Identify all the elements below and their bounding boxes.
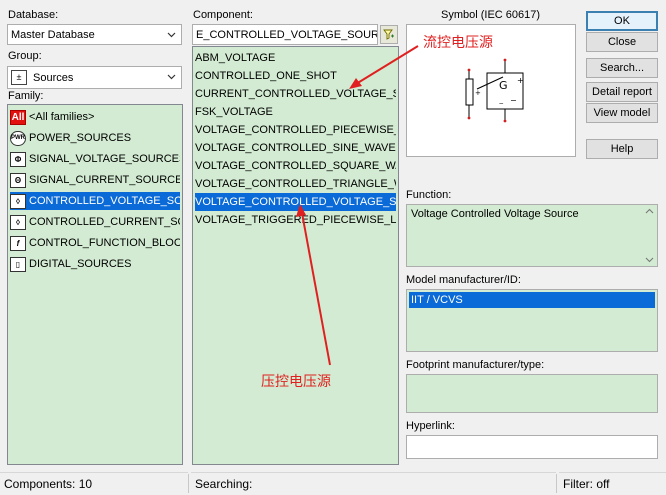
database-label: Database: xyxy=(8,9,59,21)
ok-button[interactable]: OK xyxy=(586,11,658,31)
view-model-button[interactable]: View model xyxy=(586,103,658,123)
family-item-label: POWER_SOURCES xyxy=(29,132,132,144)
component-search-input[interactable]: E_CONTROLLED_VOLTAGE_SOURCE xyxy=(192,24,378,45)
model-label: Model manufacturer/ID: xyxy=(406,274,521,286)
footprint-label: Footprint manufacturer/type: xyxy=(406,359,545,371)
svg-text:+: + xyxy=(517,76,524,85)
group-label: Group: xyxy=(8,50,42,62)
family-item-label: <All families> xyxy=(29,111,95,123)
component-item[interactable]: VOLTAGE_CONTROLLED_SINE_WAVE xyxy=(195,139,396,157)
signal-voltage-icon: Φ xyxy=(10,151,26,167)
chevron-down-icon xyxy=(167,74,176,80)
group-value: Sources xyxy=(33,71,74,84)
status-components: Components: 10 xyxy=(0,472,188,495)
family-item-label: SIGNAL_CURRENT_SOURCES xyxy=(29,174,180,186)
component-item[interactable]: VOLTAGE_TRIGGERED_PIECEWISE_LINEAR_SOURC… xyxy=(195,211,396,229)
component-list[interactable]: ABM_VOLTAGE CONTROLLED_ONE_SHOT CURRENT_… xyxy=(192,46,399,465)
svg-text:−: − xyxy=(510,96,517,105)
controlled-voltage-icon: ◊ xyxy=(10,193,26,209)
family-item-signal-voltage[interactable]: Φ SIGNAL_VOLTAGE_SOURCES xyxy=(10,150,180,168)
family-item-signal-current[interactable]: Θ SIGNAL_CURRENT_SOURCES xyxy=(10,171,180,189)
sources-group-icon: ± xyxy=(11,70,27,85)
component-item[interactable]: CURRENT_CONTROLLED_VOLTAGE_SOURCE xyxy=(195,85,396,103)
status-divider xyxy=(188,474,189,493)
function-scrollbar[interactable] xyxy=(642,205,657,266)
component-item[interactable]: VOLTAGE_CONTROLLED_TRIANGLE_WAVE xyxy=(195,175,396,193)
family-item-power-sources[interactable]: PWR POWER_SOURCES xyxy=(10,129,180,147)
power-sources-icon: PWR xyxy=(10,130,26,146)
hyperlink-label: Hyperlink: xyxy=(406,420,455,432)
controlled-current-icon: ◊ xyxy=(10,214,26,230)
detail-report-button[interactable]: Detail report xyxy=(586,82,658,102)
group-select[interactable]: ± Sources xyxy=(7,66,182,89)
family-item-label: CONTROLLED_CURRENT_SOURCES xyxy=(29,216,180,228)
filter-icon xyxy=(383,29,394,40)
symbol-label: Symbol (IEC 60617) xyxy=(441,9,541,21)
function-textbox[interactable]: Voltage Controlled Voltage Source xyxy=(406,204,658,267)
all-families-icon: All xyxy=(10,109,26,125)
signal-current-icon: Θ xyxy=(10,172,26,188)
annotation-vcvs-note: 压控电压源 xyxy=(261,374,331,390)
help-button[interactable]: Help xyxy=(586,139,658,159)
search-button[interactable]: Search... xyxy=(586,58,658,78)
family-item-all[interactable]: All <All families> xyxy=(10,108,180,126)
family-item-controlled-voltage[interactable]: ◊ CONTROLLED_VOLTAGE_SOURCES xyxy=(10,192,180,210)
chevron-down-icon xyxy=(167,32,176,38)
model-item-selected[interactable]: IIT / VCVS xyxy=(409,292,655,308)
family-item-digital-sources[interactable]: ▯ DIGITAL_SOURCES xyxy=(10,255,180,273)
status-filter: Filter: off xyxy=(559,472,666,495)
component-item[interactable]: VOLTAGE_CONTROLLED_SQUARE_WAVE xyxy=(195,157,396,175)
component-item[interactable]: FSK_VOLTAGE xyxy=(195,103,396,121)
footprint-list[interactable] xyxy=(406,374,658,413)
component-label: Component: xyxy=(193,9,253,21)
component-item-selected[interactable]: VOLTAGE_CONTROLLED_VOLTAGE_SOURCE xyxy=(195,193,396,211)
family-item-label: CONTROLLED_VOLTAGE_SOURCES xyxy=(29,195,180,207)
model-list[interactable]: IIT / VCVS xyxy=(406,289,658,352)
annotation-cccs-note: 流控电压源 xyxy=(423,35,493,51)
function-value: Voltage Controlled Voltage Source xyxy=(411,208,579,220)
family-item-label: CONTROL_FUNCTION_BLOCKS xyxy=(29,237,180,249)
control-function-icon: f xyxy=(10,235,26,251)
hyperlink-field[interactable] xyxy=(406,435,658,459)
family-item-label: SIGNAL_VOLTAGE_SOURCES xyxy=(29,153,180,165)
family-item-control-function[interactable]: f CONTROL_FUNCTION_BLOCKS xyxy=(10,234,180,252)
database-select[interactable]: Master Database xyxy=(7,24,182,45)
chevron-up-icon xyxy=(645,208,654,214)
component-item[interactable]: CONTROLLED_ONE_SHOT xyxy=(195,67,396,85)
component-search-value: E_CONTROLLED_VOLTAGE_SOURCE xyxy=(196,28,378,41)
chevron-down-icon xyxy=(645,257,654,263)
database-value: Master Database xyxy=(11,28,95,41)
family-item-controlled-current[interactable]: ◊ CONTROLLED_CURRENT_SOURCES xyxy=(10,213,180,231)
svg-text:‒: ‒ xyxy=(499,99,504,107)
family-label: Family: xyxy=(8,90,44,102)
close-button[interactable]: Close xyxy=(586,32,658,52)
function-label: Function: xyxy=(406,189,452,201)
component-item[interactable]: VOLTAGE_CONTROLLED_PIECEWISE_LINEAR_SOUR… xyxy=(195,121,396,139)
svg-text:+: + xyxy=(475,89,481,97)
status-divider xyxy=(556,474,557,493)
status-searching: Searching: xyxy=(191,472,556,495)
filter-button[interactable] xyxy=(380,25,398,44)
digital-sources-icon: ▯ xyxy=(10,256,26,272)
symbol-glyph: G xyxy=(499,79,508,92)
family-item-label: DIGITAL_SOURCES xyxy=(29,258,132,270)
component-item[interactable]: ABM_VOLTAGE xyxy=(195,49,396,67)
family-list[interactable]: All <All families> PWR POWER_SOURCES Φ S… xyxy=(7,104,183,465)
